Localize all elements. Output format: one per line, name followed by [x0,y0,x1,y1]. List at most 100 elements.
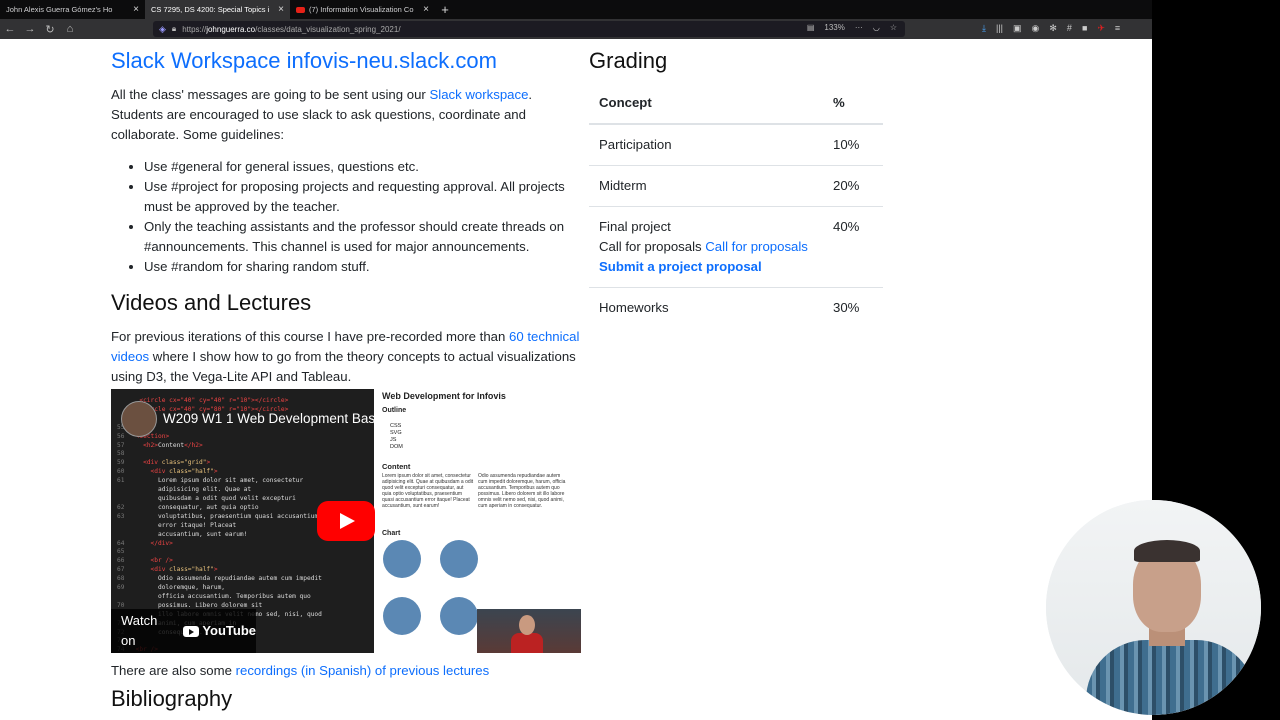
url-bar[interactable]: ◈ 🔒︎ https://johnguerra.co/classes/data_… [153,21,905,37]
tab-label: John Alexis Guerra Gómez's Ho [6,5,113,14]
watch-on-youtube-button[interactable]: Watch on YouTube [111,609,256,653]
presenter-thumbnail [477,609,581,653]
percent-cell: 10% [833,123,883,166]
preview-circle [440,597,478,635]
table-row: Final project Call for proposals Call fo… [589,206,883,288]
account-icon[interactable]: ◉ [1032,23,1040,34]
percent-cell: 30% [833,287,883,328]
tab-label: CS 7295, DS 4200: Special Topics i [151,5,270,14]
pocket-icon[interactable]: ◡ [873,23,880,32]
more-icon[interactable]: ··· [855,23,863,32]
url-host: johnguerra.co [206,24,256,34]
list-item: Use #project for proposing projects and … [144,177,581,217]
tab-bar: John Alexis Guerra Gómez's Ho × CS 7295,… [0,0,1152,19]
preview-circle [383,540,421,578]
extension-box-icon[interactable]: ■ [1082,23,1087,34]
play-button[interactable] [317,501,375,541]
table-row: Participation 10% [589,123,883,166]
tab-youtube[interactable]: (7) Information Visualization Co × [290,0,435,19]
recordings-before: There are also some [111,663,236,678]
table-header-row: Concept % [589,83,883,125]
percent-cell: 20% [833,165,883,207]
share-icon: ➦ [532,402,547,419]
navigation-bar: ← → ↻ ⌂ ◈ 🔒︎ https://johnguerra.co/class… [0,19,1152,39]
list-item: Use #random for sharing random stuff. [144,257,581,277]
call-for-proposals-line: Call for proposals Call for proposals [599,237,823,257]
list-item: SVG [390,430,402,436]
extension-icon[interactable]: ✻ [1049,23,1057,34]
home-icon[interactable]: ⌂ [60,23,80,35]
preview-circle [383,597,421,635]
slack-intro-before: All the class' messages are going to be … [111,87,430,102]
back-icon[interactable]: ← [0,23,20,35]
videos-text-before: For previous iterations of this course I… [111,329,510,344]
concept-cell: Final project Call for proposals Call fo… [589,206,833,288]
list-item: Only the teaching assistants and the pro… [144,217,581,257]
reader-view-icon[interactable]: ▤ [807,23,815,32]
slack-guidelines: Use #general for general issues, questio… [111,157,581,277]
new-tab-button[interactable]: + [435,0,455,19]
preview-text-left: Lorem ipsum dolor sit amet, consectetur … [382,473,474,509]
grading-column: Grading Concept % Participation 10% Midt… [589,39,883,328]
channel-avatar[interactable] [121,401,157,437]
youtube-embed[interactable]: <circle cx="40" cy="40" r="10"></circle>… [111,389,581,653]
youtube-favicon-icon [296,6,305,13]
preview-text-right: Odio assumenda repudiandae autem cum imp… [478,473,566,509]
menu-icon[interactable]: ≡ [1115,23,1120,34]
extension-grid-icon[interactable]: # [1067,23,1072,34]
watch-later-button[interactable]: 🕓︎ Watch later [445,401,495,447]
videos-heading: Videos and Lectures [111,290,312,315]
call-for-proposals-link[interactable]: Call for proposals [705,239,808,254]
preview-circle [440,540,478,578]
youtube-logo-text: YouTube [202,623,256,638]
grading-heading: Grading [589,48,668,73]
close-icon[interactable]: × [278,4,284,15]
shield-icon[interactable]: ◈ [159,24,166,35]
library-icon[interactable]: ||| [996,23,1003,34]
list-item: JS [390,437,397,443]
watch-later-label: Watch later [445,431,496,442]
recordings-text: There are also some recordings (in Spani… [111,661,581,681]
bibliography-heading: Bibliography [111,686,233,711]
concept-cell: Homeworks [589,287,833,328]
youtube-logo-icon: YouTube [183,621,256,641]
reload-icon[interactable]: ↻ [40,23,60,36]
download-icon[interactable]: ⤓ [982,23,986,34]
tab-homepage[interactable]: John Alexis Guerra Gómez's Ho × [0,0,145,19]
pdf-extension-icon[interactable]: ✈ [1097,23,1105,34]
tab-label: (7) Information Visualization Co [309,5,414,14]
submit-proposal-link[interactable]: Submit a project proposal [599,259,762,274]
final-project-label: Final project [599,219,671,234]
percent-cell: 40% [833,206,883,288]
recordings-link[interactable]: recordings (in Spanish) of previous lect… [236,663,490,678]
url-path: /classes/data_visualization_spring_2021/ [255,24,401,34]
concept-column-header: Concept [589,83,833,125]
list-item: Use #general for general issues, questio… [144,157,581,177]
slack-heading[interactable]: Slack Workspace infovis-neu.slack.com [111,47,581,75]
watch-on-label: Watch on [121,613,158,648]
videos-text: For previous iterations of this course I… [111,327,581,387]
percent-column-header: % [833,83,883,125]
videos-text-after: where I show how to go from the theory c… [111,349,576,384]
grading-table: Concept % Participation 10% Midterm 20% … [589,83,883,328]
zoom-level[interactable]: 133% [824,23,844,32]
share-label: Share [526,431,553,442]
main-column: Slack Workspace infovis-neu.slack.com Al… [111,39,581,713]
concept-cell: Participation [589,123,833,166]
slack-intro: All the class' messages are going to be … [111,85,581,145]
slack-workspace-link[interactable]: Slack workspace [429,87,528,102]
bookmark-star-icon[interactable]: ☆ [890,23,897,32]
table-row: Midterm 20% [589,165,883,207]
video-title[interactable]: W209 W1 1 Web Development Basics f... [163,409,410,429]
close-icon[interactable]: × [423,4,429,15]
call-text: Call for proposals [599,239,706,254]
slack-heading-link[interactable]: Slack Workspace infovis-neu.slack.com [111,48,497,73]
close-icon[interactable]: × [133,4,139,15]
sidebar-icon[interactable]: ▣ [1013,23,1022,34]
share-button[interactable]: ➦ Share [526,401,553,447]
table-row: Homeworks 30% [589,287,883,328]
forward-icon[interactable]: → [20,23,40,35]
list-item: DOM [390,444,403,450]
tab-course[interactable]: CS 7295, DS 4200: Special Topics i × [145,0,290,19]
lock-icon[interactable]: 🔒︎ [172,24,176,34]
